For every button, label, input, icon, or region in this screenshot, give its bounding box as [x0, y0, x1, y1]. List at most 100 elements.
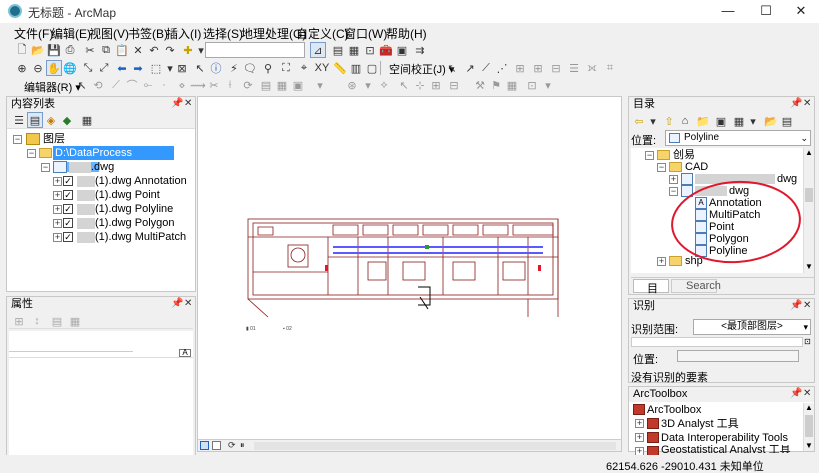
save-icon[interactable]: 💾	[46, 42, 62, 58]
endpoint-arc-icon[interactable]: ⌒	[124, 77, 140, 93]
editor-overflow-icon[interactable]: ▾	[312, 77, 328, 93]
hyperlink-icon[interactable]: ⚡	[226, 60, 242, 76]
map-view[interactable]: ▮ 01 ▪ 02 ⟳ ⏸	[197, 96, 622, 452]
catalog-pin-icon[interactable]: 📌	[790, 98, 802, 109]
layout-view-icon[interactable]	[212, 441, 221, 450]
property-sort-icon[interactable]: A	[179, 349, 191, 357]
edit-tool-icon[interactable]: ↖	[444, 60, 460, 76]
location-dropdown[interactable]: Polyline ⌄	[665, 130, 811, 146]
topology-overflow-icon[interactable]: ▦	[504, 77, 520, 93]
sublayer-polygon[interactable]: (1).dwg Polygon	[95, 216, 175, 230]
menu-view[interactable]: 视图(V)	[89, 25, 129, 42]
trace-icon[interactable]: ⟜	[140, 77, 156, 93]
topology-icon[interactable]: ⊛	[344, 77, 360, 93]
python-window-icon[interactable]: ▣	[394, 42, 410, 58]
arctoolbox-close-icon[interactable]: ✕	[803, 388, 811, 399]
sublayer-expand-icon[interactable]: +	[53, 191, 62, 200]
property-pages-icon[interactable]: ▤	[49, 313, 65, 329]
pan-icon[interactable]: ✋	[46, 60, 62, 76]
layers-collapse-icon[interactable]: −	[13, 135, 22, 144]
folder-path-selected[interactable]: D:\DataProcessCAD	[53, 146, 174, 173]
menu-bookmarks[interactable]: 书签(B)	[128, 25, 168, 42]
go-to-xy-icon[interactable]: XY	[314, 60, 330, 76]
show-shared-features-icon[interactable]: ⊹	[412, 77, 428, 93]
error-inspector-icon[interactable]: ⚑	[488, 77, 504, 93]
dwg-name[interactable]: .dwg	[91, 160, 114, 174]
open-icon[interactable]: 📂	[30, 42, 46, 58]
categorized-icon[interactable]: ⊞	[11, 313, 27, 329]
clear-selection-icon[interactable]: ⊠	[174, 60, 190, 76]
tab-search[interactable]: Search	[671, 279, 721, 293]
scroll-up-icon[interactable]: ▲	[805, 403, 813, 412]
sketch-properties-icon[interactable]: ▦	[274, 77, 290, 93]
up-one-level-icon[interactable]: ⇧	[661, 113, 677, 129]
properties-close-icon[interactable]: ✕	[184, 298, 192, 309]
paste-icon[interactable]: 📋	[114, 42, 130, 58]
sublayer-annotation[interactable]: (1).dwg Annotation	[95, 174, 187, 188]
rotate-icon[interactable]: ⟳	[240, 77, 256, 93]
delete-icon[interactable]: ✕	[130, 42, 146, 58]
sublayer-expand-icon[interactable]: +	[53, 177, 62, 186]
scroll-down-icon[interactable]: ▼	[805, 262, 813, 271]
new-folder-icon[interactable]: 📂	[763, 113, 779, 129]
point-tool-icon[interactable]: ·	[156, 77, 172, 93]
find-icon[interactable]: ⚲	[260, 60, 276, 76]
dwg-collapse-icon[interactable]: −	[41, 163, 50, 172]
toc-options-icon[interactable]: ▦	[79, 112, 95, 128]
toolbox-3d-analyst[interactable]: 3D Analyst 工具	[661, 417, 739, 431]
edge-match-icon[interactable]: ⟗	[584, 60, 600, 76]
sublayer-point[interactable]: (1).dwg Point	[95, 188, 160, 202]
attribute-transfer-icon[interactable]: ☰	[566, 60, 582, 76]
attributes-icon[interactable]: ▤	[258, 77, 274, 93]
modify-link-icon[interactable]: ⟋	[478, 60, 494, 76]
fix-topology-icon[interactable]: ⚒	[472, 77, 488, 93]
sublayer-polyline[interactable]: (1).dwg Polyline	[95, 202, 173, 216]
toggle-contents-icon[interactable]: ▣	[713, 113, 729, 129]
split-icon[interactable]: ⟊	[222, 77, 238, 93]
sublayer-checkbox[interactable]: ✓	[63, 176, 73, 186]
toolbox-geostatistical[interactable]: Geostatistical Analyst 工具	[661, 445, 791, 453]
zoom-out-icon[interactable]: ⊖	[30, 60, 46, 76]
sublayer-checkbox[interactable]: ✓	[63, 232, 73, 242]
binoculars-icon[interactable]: ⛶	[278, 60, 294, 76]
sublayer-checkbox[interactable]: ✓	[63, 190, 73, 200]
sublayer-checkbox[interactable]: ✓	[63, 218, 73, 228]
list-by-drawing-order-icon[interactable]: ☰	[11, 112, 27, 128]
layers-label[interactable]: 图层	[43, 132, 65, 146]
properties-options-icon[interactable]: ▦	[67, 313, 83, 329]
sublayer-expand-icon[interactable]: +	[53, 205, 62, 214]
topology-settings-icon[interactable]: ⊡	[524, 77, 540, 93]
topology-dropdown-icon[interactable]: ▾	[360, 77, 376, 93]
search-window-icon[interactable]: ⊡	[362, 42, 378, 58]
view-link-table-icon[interactable]: ⊟	[548, 60, 564, 76]
toolbox-root[interactable]: ArcToolbox	[647, 403, 701, 417]
find-route-icon[interactable]: ⌖	[296, 60, 312, 76]
data-view-icon[interactable]	[200, 441, 209, 450]
arctoolbox-pin-icon[interactable]: 📌	[790, 388, 802, 399]
menu-insert[interactable]: 插入(I)	[166, 25, 201, 42]
multi-link-icon[interactable]: ⋰	[494, 60, 510, 76]
arctoolbox-scrollbar[interactable]: ▲ ▼	[803, 403, 814, 451]
toc-close-icon[interactable]: ✕	[184, 98, 192, 109]
list-by-visibility-icon[interactable]: ◈	[43, 112, 59, 128]
scroll-down-icon[interactable]: ▼	[805, 441, 813, 450]
menu-selection[interactable]: 选择(S)	[203, 25, 243, 42]
sublayer-expand-icon[interactable]: +	[53, 233, 62, 242]
back-extent-icon[interactable]: ⬅	[114, 60, 130, 76]
rubbersheet-icon[interactable]: ⌗	[602, 60, 618, 76]
menu-customize[interactable]: 自定义(C)	[296, 25, 349, 42]
sublayer-checkbox[interactable]: ✓	[63, 204, 73, 214]
scroll-thumb[interactable]	[805, 415, 813, 437]
sublayer-expand-icon[interactable]: +	[53, 219, 62, 228]
cut-icon[interactable]: ✂	[82, 42, 98, 58]
pause-drawing-icon[interactable]: ⏸	[240, 440, 245, 451]
html-popup-icon[interactable]: 🗨	[242, 60, 258, 76]
toc-window-icon[interactable]: ▤	[330, 42, 346, 58]
select-elements-icon[interactable]: ↖	[192, 60, 208, 76]
map-topology-icon[interactable]: ⟡	[376, 77, 392, 93]
arctoolbox-icon[interactable]: 🧰	[378, 42, 394, 58]
folder-collapse-icon[interactable]: −	[27, 149, 36, 158]
home-icon[interactable]: ⌂	[677, 113, 693, 129]
toc-pin-icon[interactable]: 📌	[171, 98, 183, 109]
topology-edit-icon[interactable]: ↖	[396, 77, 412, 93]
